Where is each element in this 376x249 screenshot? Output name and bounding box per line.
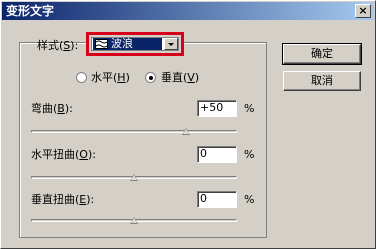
vdist-slider-thumb[interactable] [130, 217, 138, 224]
horizontal-radio-label[interactable]: 水平(H) [91, 71, 130, 85]
vertical-distortion-slider[interactable] [31, 217, 237, 225]
wave-icon [95, 39, 108, 49]
bend-label-key: B [57, 102, 65, 115]
horizontal-label-key: H [117, 71, 126, 84]
style-label-text: 样式( [37, 39, 64, 52]
window-title: 变形文字 [6, 4, 55, 18]
ok-button[interactable]: 确定 [282, 43, 362, 65]
settings-group [19, 42, 267, 238]
vertical-label-tail: ) [194, 71, 200, 84]
horizontal-distortion-input[interactable]: 0 [197, 146, 237, 163]
bend-label: 弯曲(B): [31, 102, 73, 116]
bend-slider[interactable] [31, 128, 237, 136]
horizontal-distortion-slider[interactable] [31, 174, 237, 182]
horizontal-distortion-label: 水平扭曲(O): [31, 148, 96, 162]
style-dropdown[interactable]: 波浪 [91, 37, 179, 51]
vertical-distortion-input[interactable]: 0 [197, 191, 237, 208]
style-label-tail: ): [70, 39, 79, 52]
vertical-distortion-label: 垂直扭曲(E): [31, 193, 94, 207]
chevron-down-icon[interactable] [164, 38, 178, 50]
style-label: 样式(S): [37, 39, 78, 53]
bend-input[interactable]: +50 [197, 100, 237, 117]
horizontal-distortion-unit: % [244, 148, 255, 161]
hdist-slider-thumb[interactable] [130, 174, 138, 181]
bend-unit: % [244, 102, 255, 115]
style-highlight-frame: 波浪 [86, 32, 184, 56]
bend-slider-thumb[interactable] [181, 128, 190, 135]
vertical-radio-label[interactable]: 垂直(V) [161, 71, 199, 85]
bend-label-tail: ): [64, 102, 73, 115]
bend-label-text: 弯曲( [31, 102, 58, 115]
title-bar[interactable]: 变形文字 × [2, 2, 374, 20]
horizontal-label-text: 水平( [91, 71, 118, 84]
warp-text-dialog: 变形文字 × 样式(S): 波浪 水平(H) 垂直(V) 弯曲(B): +50 … [0, 0, 376, 249]
horizontal-radio[interactable] [76, 72, 87, 83]
style-selected-value: 波浪 [111, 37, 133, 50]
cancel-button[interactable]: 取消 [283, 71, 361, 91]
vdist-label-tail: ): [86, 193, 95, 206]
hdist-label-text: 水平扭曲( [31, 148, 80, 161]
vertical-label-key: V [187, 71, 195, 84]
horizontal-label-tail: ) [125, 71, 130, 84]
close-icon: × [358, 4, 368, 17]
hdist-label-key: O [79, 148, 88, 161]
style-selected-item: 波浪 [93, 37, 162, 50]
vertical-distortion-unit: % [244, 193, 255, 206]
hdist-label-tail: ): [87, 148, 96, 161]
vertical-radio[interactable] [145, 72, 156, 83]
bend-slider-track [31, 130, 237, 133]
close-button[interactable]: × [355, 4, 371, 18]
vertical-label-text: 垂直( [161, 71, 188, 84]
vdist-label-text: 垂直扭曲( [31, 193, 80, 206]
